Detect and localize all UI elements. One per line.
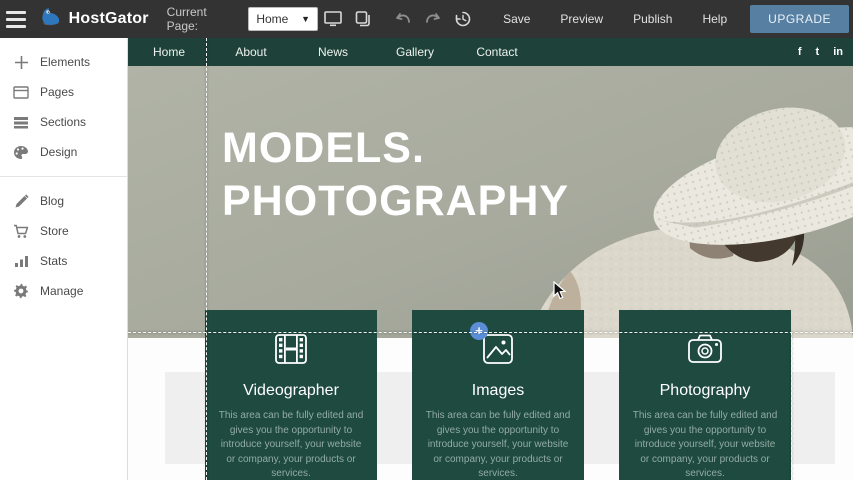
sidebar-item-label: Manage [40, 284, 83, 298]
card-title: Photography [619, 382, 791, 400]
help-button[interactable]: Help [687, 12, 742, 26]
hero-title-line1: MODELS. [222, 122, 569, 175]
nav-item-gallery[interactable]: Gallery [374, 45, 456, 59]
hero-title[interactable]: MODELS. PHOTOGRAPHY [222, 122, 569, 228]
card-title: Images [412, 382, 584, 400]
sidebar-item-pages[interactable]: Pages [0, 77, 127, 107]
sections-icon [12, 113, 30, 131]
site-preview-canvas: Home About News Gallery Contact f t in [128, 38, 853, 480]
bar-chart-icon [12, 252, 30, 270]
hero-title-line2: PHOTOGRAPHY [222, 175, 569, 228]
pencil-icon [12, 192, 30, 210]
upgrade-button[interactable]: UPGRADE [750, 5, 849, 33]
sidebar-item-label: Stats [40, 254, 67, 268]
publish-button[interactable]: Publish [618, 12, 687, 26]
page-select-value: Home [256, 12, 288, 26]
nav-item-about[interactable]: About [210, 45, 292, 59]
hero-section[interactable]: MODELS. PHOTOGRAPHY [128, 66, 853, 338]
top-toolbar: HostGator Current Page: Home ▼ [0, 0, 853, 38]
sidebar-item-sections[interactable]: Sections [0, 107, 127, 137]
gear-icon [12, 282, 30, 300]
sidebar-item-stats[interactable]: Stats [0, 246, 127, 276]
sidebar-item-design[interactable]: Design [0, 137, 127, 167]
card-title: Videographer [205, 382, 377, 400]
sidebar-item-label: Pages [40, 85, 74, 99]
brand-name: HostGator [69, 10, 149, 28]
page-select-dropdown[interactable]: Home ▼ [248, 7, 318, 31]
sidebar-item-label: Store [40, 224, 69, 238]
card-body: This area can be fully edited and gives … [630, 409, 780, 480]
nav-item-news[interactable]: News [292, 45, 374, 59]
hamburger-menu-icon[interactable] [0, 0, 33, 38]
sidebar-divider [0, 176, 127, 177]
history-icon[interactable] [450, 6, 476, 32]
sidebar-item-blog[interactable]: Blog [0, 186, 127, 216]
feature-card-videographer[interactable]: Videographer This area can be fully edit… [205, 310, 377, 480]
website-builder-app: HostGator Current Page: Home ▼ [0, 0, 853, 480]
sidebar-item-label: Sections [40, 115, 86, 129]
facebook-icon[interactable]: f [798, 46, 802, 58]
linkedin-icon[interactable]: in [833, 46, 843, 58]
nav-item-home[interactable]: Home [128, 45, 210, 59]
redo-icon[interactable] [420, 6, 446, 32]
nav-item-contact[interactable]: Contact [456, 45, 538, 59]
feature-card-photography[interactable]: Photography This area can be fully edite… [619, 310, 791, 480]
sidebar-item-manage[interactable]: Manage [0, 276, 127, 306]
sidebar-item-label: Elements [40, 55, 90, 69]
palette-icon [12, 143, 30, 161]
brand-logo: HostGator [39, 6, 149, 33]
desktop-icon[interactable] [320, 6, 346, 32]
card-body: This area can be fully edited and gives … [423, 409, 573, 480]
twitter-icon[interactable]: t [816, 46, 820, 58]
feature-card-images[interactable]: + Images This area can be fully edited a… [412, 310, 584, 480]
mobile-pages-icon[interactable] [350, 6, 376, 32]
plus-icon [12, 53, 30, 71]
current-page-label: Current Page: [167, 5, 239, 33]
sidebar-item-label: Design [40, 145, 77, 159]
cart-icon [12, 222, 30, 240]
toolbar-right: Save Preview Publish Help UPGRADE [318, 5, 853, 33]
save-button[interactable]: Save [488, 12, 545, 26]
film-icon [272, 330, 310, 370]
chevron-down-icon: ▼ [301, 14, 310, 24]
sidebar-item-elements[interactable]: Elements [0, 47, 127, 77]
add-image-badge-icon[interactable]: + [470, 322, 488, 340]
sidebar-item-store[interactable]: Store [0, 216, 127, 246]
pages-icon [12, 83, 30, 101]
preview-button[interactable]: Preview [545, 12, 618, 26]
editor-sidebar: Elements Pages Sections Design [0, 38, 128, 480]
social-links: f t in [798, 46, 853, 58]
site-navbar: Home About News Gallery Contact f t in [128, 38, 853, 66]
undo-icon[interactable] [390, 6, 416, 32]
hostgator-gator-icon [39, 6, 63, 33]
card-body: This area can be fully edited and gives … [216, 409, 366, 480]
sidebar-item-label: Blog [40, 194, 64, 208]
camera-icon [684, 330, 726, 370]
